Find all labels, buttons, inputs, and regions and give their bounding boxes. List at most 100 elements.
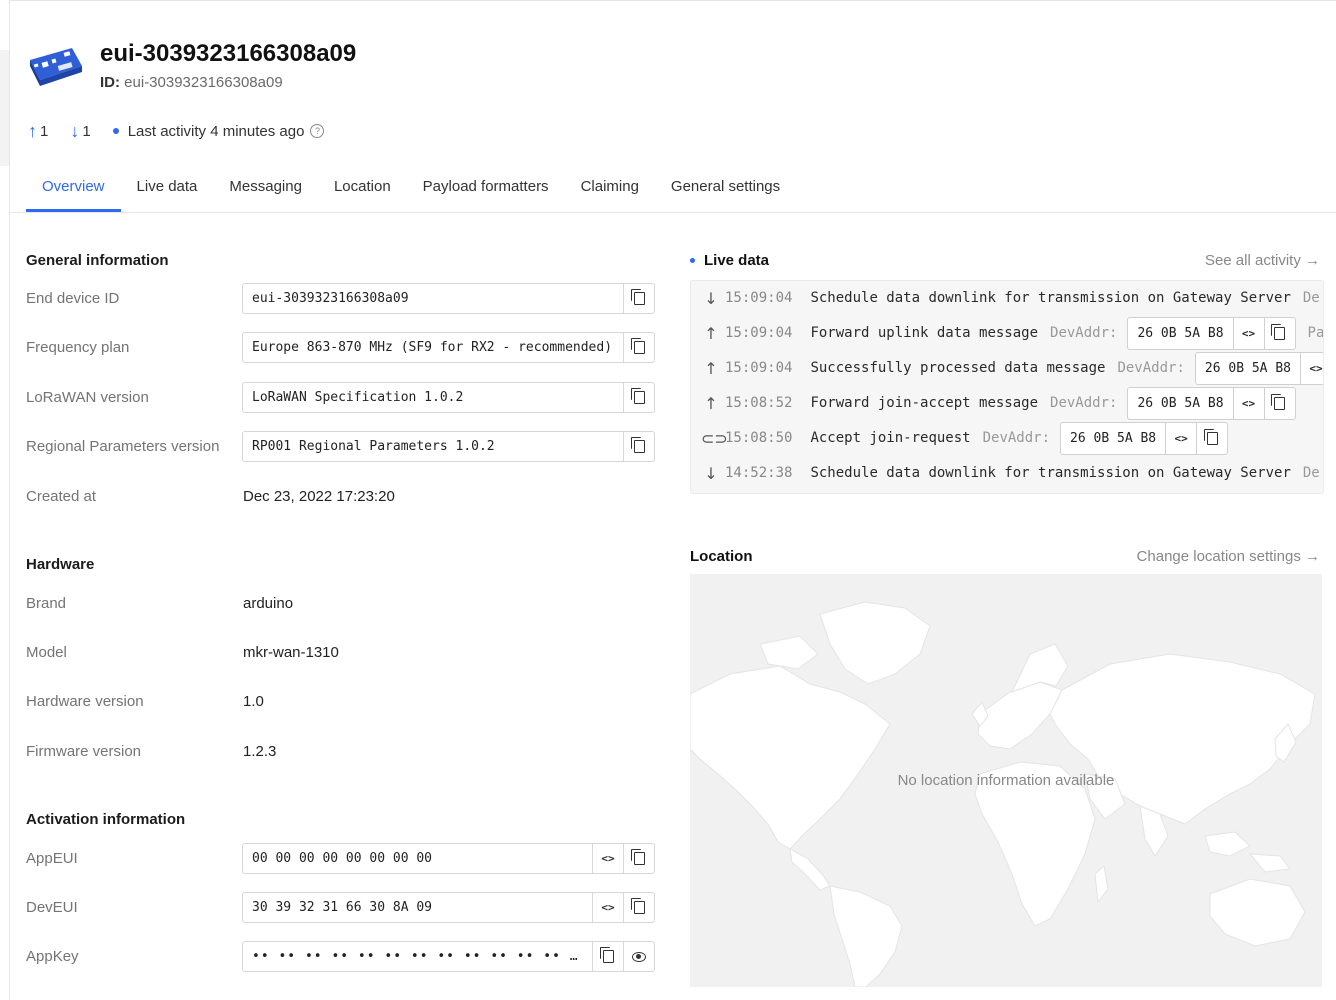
event-row[interactable]: ↑ 15:09:04 Successfully processed data m… <box>691 351 1323 385</box>
copy-icon <box>630 338 645 354</box>
fw-version-label: Firmware version <box>26 743 142 760</box>
event-attr-label: DevAddr: <box>1050 395 1118 411</box>
tab-overview[interactable]: Overview <box>26 168 121 212</box>
deveui-label: DevEUI <box>26 899 78 916</box>
device-id: ID: eui-3039323166308a09 <box>100 74 283 91</box>
copy-icon <box>1271 393 1286 410</box>
created-at-label: Created at <box>26 488 97 505</box>
show-key-button[interactable] <box>623 942 654 971</box>
event-attr-label: DevAddr: <box>982 430 1051 446</box>
devaddr-field: 26 0B 5A B8 <> <box>1194 351 1323 385</box>
toggle-format-button[interactable]: <> <box>1299 352 1323 384</box>
location-map[interactable]: No location information available <box>690 574 1322 987</box>
tab-payload-formatters[interactable]: Payload formatters <box>407 168 565 212</box>
code-icon: <> <box>601 901 615 914</box>
copy-icon <box>1203 428 1218 445</box>
copy-icon <box>599 947 614 963</box>
event-time: 15:09:04 <box>725 290 793 306</box>
model-value: mkr-wan-1310 <box>243 644 339 661</box>
event-row[interactable]: ⊂⊃ 15:08:50 Accept join-request DevAddr:… <box>691 421 1229 455</box>
tab-messaging[interactable]: Messaging <box>213 168 318 212</box>
devaddr-value[interactable]: 26 0B 5A B8 <box>1128 388 1232 419</box>
device-id-value: eui-3039323166308a09 <box>124 74 283 91</box>
frequency-plan-value[interactable]: Europe 863-870 MHz (SF9 for RX2 - recomm… <box>243 333 623 362</box>
last-activity: Last activity 4 minutes ago <box>127 122 305 140</box>
devaddr-value[interactable]: 26 0B 5A B8 <box>1128 318 1232 349</box>
event-row[interactable]: ↑ 15:08:52 Forward join-accept message D… <box>691 386 1296 420</box>
toggle-format-button[interactable]: <> <box>1232 317 1264 349</box>
see-all-activity-link[interactable]: See all activity → <box>1205 252 1320 269</box>
tab-claiming[interactable]: Claiming <box>565 168 655 212</box>
toggle-format-button[interactable]: <> <box>592 893 623 922</box>
devaddr-value[interactable]: 26 0B 5A B8 <box>1196 353 1300 384</box>
copy-button[interactable] <box>623 284 654 313</box>
event-row[interactable]: ↓ 15:09:04 Schedule data downlink for tr… <box>691 281 1319 315</box>
event-text: Accept join-request <box>810 430 971 446</box>
tab-location[interactable]: Location <box>318 168 407 212</box>
live-data-title-text: Live data <box>704 252 770 269</box>
device-board-icon <box>28 44 84 88</box>
event-time: 14:52:38 <box>725 465 793 481</box>
tab-general-settings[interactable]: General settings <box>655 168 796 212</box>
copy-button[interactable] <box>592 942 623 971</box>
code-icon: <> <box>1241 326 1256 340</box>
devaddr-field: 26 0B 5A B8 <> <box>1127 316 1296 350</box>
tab-live-data[interactable]: Live data <box>121 168 214 212</box>
copy-icon <box>630 289 645 305</box>
event-text: Forward uplink data message <box>810 325 1039 341</box>
hw-version-value: 1.0 <box>243 693 264 710</box>
arrow-up-icon: ↑ <box>704 358 718 378</box>
map-empty-message: No location information available <box>897 772 1115 789</box>
frequency-plan-field: Europe 863-870 MHz (SF9 for RX2 - recomm… <box>242 332 655 363</box>
activity-row: ↑ 1 ↓ 1 Last activity 4 minutes ago ? <box>28 121 325 141</box>
copy-icon <box>630 898 645 914</box>
copy-button[interactable] <box>623 432 654 461</box>
lorawan-version-value[interactable]: LoRaWAN Specification 1.0.2 <box>243 383 623 412</box>
live-data-panel[interactable]: ↓ 15:09:04 Schedule data downlink for tr… <box>690 280 1324 494</box>
copy-button[interactable] <box>623 333 654 362</box>
code-icon: <> <box>1309 361 1323 375</box>
change-location-settings-link[interactable]: Change location settings → <box>1137 548 1320 565</box>
help-icon[interactable]: ? <box>310 124 325 138</box>
devaddr-value[interactable]: 26 0B 5A B8 <box>1061 423 1165 454</box>
event-text: Forward join-accept message <box>810 395 1039 411</box>
live-data-title: Live data <box>690 252 769 269</box>
regional-params-label: Regional Parameters version <box>26 438 220 455</box>
brand-value: arduino <box>243 595 294 612</box>
end-device-id-field: eui-3039323166308a09 <box>242 283 655 314</box>
toggle-format-button[interactable]: <> <box>1232 387 1264 419</box>
event-attr-label: DevAddr: <box>1050 325 1118 341</box>
end-device-id-value[interactable]: eui-3039323166308a09 <box>243 284 623 313</box>
appkey-value[interactable]: •• •• •• •• •• •• •• •• •• •• •• •• •• •… <box>243 942 592 971</box>
hw-version-label: Hardware version <box>26 693 144 710</box>
event-trail: De <box>1302 465 1320 481</box>
event-row[interactable]: ↓ 14:52:38 Schedule data downlink for tr… <box>691 456 1320 490</box>
created-at-value: Dec 23, 2022 17:23:20 <box>243 488 395 505</box>
arrow-up-icon: ↑ <box>704 323 718 343</box>
copy-icon <box>630 437 645 453</box>
event-row[interactable]: ↑ 15:09:04 Forward uplink data message D… <box>691 316 1323 350</box>
toggle-format-button[interactable]: <> <box>592 844 623 873</box>
event-time: 15:08:52 <box>725 395 793 411</box>
regional-params-value[interactable]: RP001 Regional Parameters 1.0.2 <box>243 432 623 461</box>
general-info-title: General information <box>26 252 169 269</box>
copy-button[interactable] <box>1196 422 1227 454</box>
copy-button[interactable] <box>623 383 654 412</box>
eye-icon <box>632 951 646 962</box>
deveui-value[interactable]: 30 39 32 31 66 30 8A 09 <box>243 893 592 922</box>
event-attr-label: DevAddr: <box>1117 360 1185 376</box>
lorawan-version-field: LoRaWAN Specification 1.0.2 <box>242 382 655 413</box>
live-status-dot <box>690 258 695 263</box>
end-device-id-label: End device ID <box>26 290 120 307</box>
appkey-field: •• •• •• •• •• •• •• •• •• •• •• •• •• •… <box>242 941 655 972</box>
copy-button[interactable] <box>623 844 654 873</box>
copy-button[interactable] <box>1263 317 1295 349</box>
appeui-value[interactable]: 00 00 00 00 00 00 00 00 <box>243 844 592 873</box>
toggle-format-button[interactable]: <> <box>1165 422 1196 454</box>
copy-button[interactable] <box>1263 387 1295 419</box>
event-time: 15:09:04 <box>725 360 793 376</box>
appkey-label: AppKey <box>26 948 79 965</box>
event-time: 15:09:04 <box>725 325 793 341</box>
arrow-up-icon: ↑ <box>704 393 718 413</box>
copy-button[interactable] <box>623 893 654 922</box>
